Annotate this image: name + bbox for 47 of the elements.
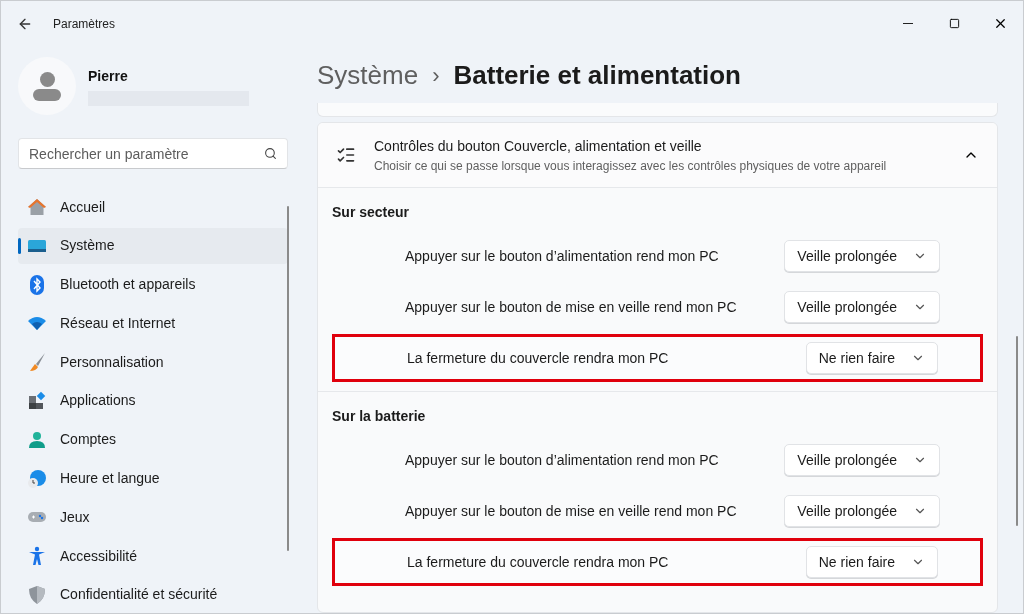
sidebar-item[interactable]: Personnalisation [18,344,288,381]
sidebar-item[interactable]: Applications [18,383,288,419]
sidebar-item[interactable]: Comptes [18,421,288,458]
globe-clock-icon [27,468,47,489]
card-title: Contrôles du bouton Couvercle, alimentation et veille [374,136,703,156]
dropdown[interactable]: Veille prolongée [784,444,940,476]
shield-icon [27,584,47,605]
setting-label: Appuyer sur le bouton d’alimentation rend mon PC [405,450,720,470]
user-name: Pierre [88,67,129,86]
maximize-icon [948,18,960,29]
sidebar-item[interactable]: Confidentialité et sécurité [18,576,288,613]
dropdown[interactable]: Veille prolongée [784,495,940,527]
section-label: Sur la batterie [332,407,427,426]
setting-label: La fermeture du couvercle rendra mon PC [407,348,670,368]
sidebar-item[interactable]: Système [18,227,288,264]
sidebar-item[interactable]: Heure et langue [18,460,288,497]
page-title: Batterie et alimentation [453,58,741,92]
dropdown[interactable]: Veille prolongée [784,291,940,323]
list-icon [336,145,356,165]
minimize-icon [903,23,913,24]
sidebar-item[interactable]: Jeux [18,499,288,536]
setting-label: Appuyer sur le bouton de mise en veille rend mon PC [405,297,738,317]
home-icon [27,197,47,217]
dropdown[interactable]: Veille prolongée [784,240,940,272]
breadcrumb-parent[interactable]: Système [317,55,419,95]
setting-label: Appuyer sur le bouton d’alimentation rend mon PC [405,246,720,266]
apps-icon [27,391,47,411]
selection-indicator [18,237,21,254]
sidebar-item[interactable]: Accueil [18,189,288,225]
bluetooth-icon [27,274,47,295]
setting-label: Appuyer sur le bouton de mise en veille rend mon PC [405,501,738,521]
person-icon [27,429,47,450]
dropdown[interactable]: Ne rien faire [805,546,938,578]
card-subtitle: Choisir ce qui se passe lorsque vous interagissez avec les contrôles physiques de votre appareil [374,157,888,175]
paintbrush-icon [27,352,47,373]
accessibility-icon [27,546,47,567]
window-title: Paramètres [53,15,116,33]
dropdown[interactable]: Ne rien faire [805,342,938,374]
sidebar-item[interactable]: Réseau et Internet [18,305,288,342]
sidebar-item[interactable]: Accessibilité [18,538,288,575]
setting-label: La fermeture du couvercle rendra mon PC [407,552,670,572]
card-header[interactable]: Contrôles du bouton Couvercle, alimentation et veille Choisir ce qui se passe lorsque vous interagissez avec les contrôles physiques de votre appareil [318,123,997,188]
search-icon [264,147,277,160]
breadcrumb-separator: › [432,61,440,90]
section-label: Sur secteur [332,203,411,222]
search-field[interactable]: Rechercher un paramètre [18,138,288,169]
sidebar-item[interactable]: Bluetooth et appareils [18,266,288,303]
